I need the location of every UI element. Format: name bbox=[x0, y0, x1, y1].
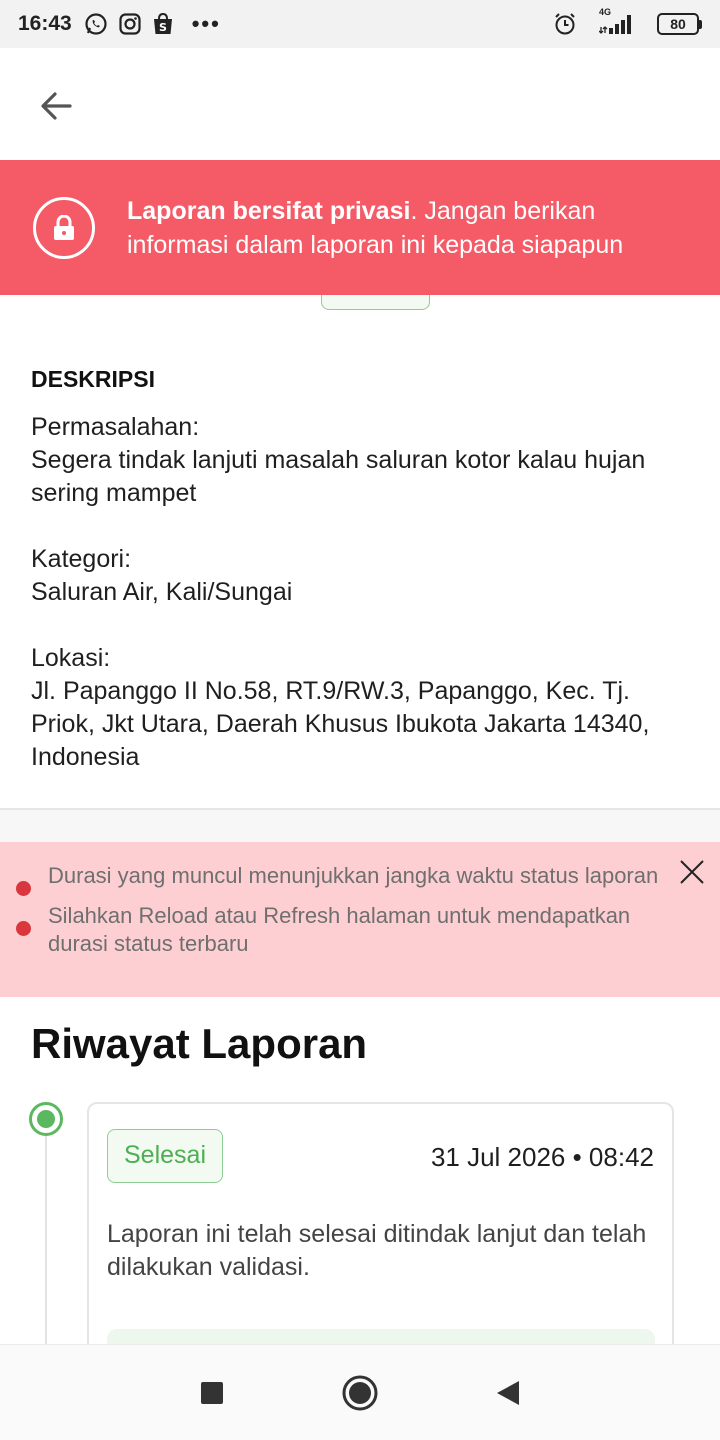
svg-text:S: S bbox=[159, 21, 167, 34]
notice-item: Durasi yang muncul menunjukkan jangka wa… bbox=[16, 862, 660, 896]
location-value: Jl. Papanggo II No.58, RT.9/RW.3, Papang… bbox=[31, 677, 650, 771]
category-label: Kategori: bbox=[31, 545, 132, 573]
arrow-left-icon bbox=[41, 92, 72, 120]
status-time: 16:43 bbox=[18, 12, 72, 35]
more-notifications-dots: ••• bbox=[191, 11, 221, 36]
back-button[interactable] bbox=[30, 80, 82, 132]
alarm-icon bbox=[553, 12, 577, 36]
bullet-dot-icon bbox=[16, 921, 31, 936]
back-nav-button[interactable] bbox=[434, 1345, 582, 1440]
category-value: Saluran Air, Kali/Sungai bbox=[31, 578, 293, 606]
duration-notice: Durasi yang muncul menunjukkan jangka wa… bbox=[0, 842, 720, 997]
location-block: Lokasi: Jl. Papanggo II No.58, RT.9/RW.3… bbox=[31, 642, 691, 774]
timeline-dot-icon bbox=[29, 1102, 63, 1136]
battery-icon: 80 bbox=[657, 13, 702, 35]
app-bar bbox=[0, 48, 720, 160]
network-type: 4G bbox=[599, 7, 612, 17]
location-label: Lokasi: bbox=[31, 644, 111, 672]
notice-item: Silahkan Reload atau Refresh halaman unt… bbox=[16, 902, 660, 958]
status-badge: Selesai bbox=[107, 1129, 223, 1183]
triangle-back-icon bbox=[497, 1380, 519, 1405]
description-section: DESKRIPSI Permasalahan: Segera tindak la… bbox=[31, 366, 691, 807]
battery-level: 80 bbox=[657, 13, 699, 35]
notice-text: Silahkan Reload atau Refresh halaman unt… bbox=[48, 903, 631, 956]
whatsapp-icon bbox=[84, 12, 108, 36]
history-datetime: 31 Jul 2026 • 08:42 bbox=[430, 1142, 654, 1172]
bullet-dot-icon bbox=[16, 881, 31, 896]
problem-label: Permasalahan: bbox=[31, 413, 200, 441]
lock-icon bbox=[33, 196, 95, 259]
close-notice-button[interactable] bbox=[676, 856, 708, 888]
timeline-line bbox=[45, 1136, 47, 1346]
problem-value: Segera tindak lanjuti masalah saluran ko… bbox=[31, 446, 646, 507]
notice-text: Durasi yang muncul menunjukkan jangka wa… bbox=[48, 863, 659, 888]
privacy-banner: Laporan bersifat privasi. Jangan berikan… bbox=[0, 160, 720, 295]
shopee-icon: S bbox=[152, 12, 174, 36]
history-title: Riwayat Laporan bbox=[31, 1020, 368, 1067]
circle-icon bbox=[342, 1375, 378, 1410]
privacy-message: Laporan bersifat privasi. Jangan berikan… bbox=[127, 194, 697, 262]
category-block: Kategori: Saluran Air, Kali/Sungai bbox=[31, 543, 691, 609]
privacy-message-bold: Laporan bersifat privasi bbox=[127, 196, 411, 225]
recents-button[interactable] bbox=[138, 1345, 286, 1440]
description-title: DESKRIPSI bbox=[31, 366, 155, 392]
history-text: Laporan ini telah selesai ditindak lanju… bbox=[107, 1220, 647, 1281]
section-gap bbox=[0, 810, 720, 842]
instagram-icon bbox=[118, 12, 142, 36]
home-button[interactable] bbox=[286, 1345, 434, 1440]
signal-icon: 4G bbox=[599, 7, 635, 35]
square-icon bbox=[201, 1381, 223, 1404]
problem-block: Permasalahan: Segera tindak lanjuti masa… bbox=[31, 411, 691, 510]
system-nav-bar bbox=[0, 1344, 720, 1440]
status-bar: 16:43 S ••• 4G 80 bbox=[0, 0, 720, 48]
close-icon bbox=[680, 860, 704, 884]
